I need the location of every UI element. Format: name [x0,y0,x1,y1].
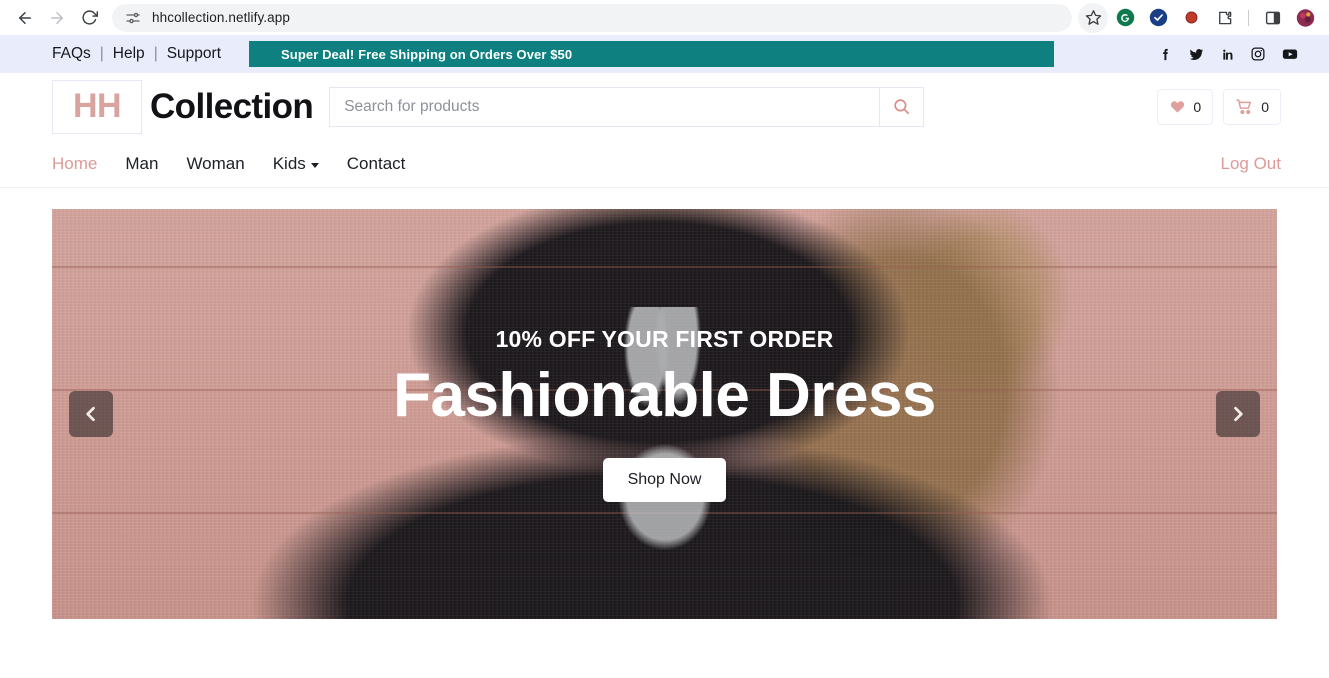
nav-items: Home Man Woman Kids Contact [52,154,405,174]
site-header: HH Collection 0 0 [0,73,1329,140]
heart-icon [1169,98,1186,115]
utility-link-help[interactable]: Help [113,45,145,63]
arrow-left-icon [19,11,31,24]
nav-item-contact[interactable]: Contact [347,154,406,174]
bookmark-button[interactable] [1078,2,1108,33]
utility-links: FAQs | Help | Support [52,45,221,63]
utility-link-support[interactable]: Support [167,45,221,63]
facebook-icon[interactable] [1158,47,1173,62]
header-actions: 0 0 [1157,88,1281,125]
browser-toolbar: hhcollection.netlify.app [0,0,1329,35]
nav-label: Man [125,153,159,173]
chevron-down-icon [310,162,319,168]
browser-extensions [1116,8,1315,27]
cart-count: 0 [1261,98,1269,115]
carousel-next-button[interactable] [1216,391,1260,437]
hero-title: Fashionable Dress [393,361,936,431]
product-search [329,86,925,127]
hero-section: 10% OFF YOUR FIRST ORDER Fashionable Dre… [0,188,1329,619]
instagram-icon[interactable] [1250,46,1266,62]
nav-item-home[interactable]: Home [52,154,97,174]
recorder-extension-icon[interactable] [1182,8,1201,27]
chevron-left-icon [86,406,95,422]
search-input[interactable] [329,86,880,127]
brand-logo[interactable]: HH Collection [52,79,314,134]
nav-item-man[interactable]: Man [125,154,158,174]
search-icon [894,99,910,115]
logout-link[interactable]: Log Out [1221,154,1282,174]
utility-separator: | [99,45,104,62]
back-button[interactable] [10,3,40,33]
hero-carousel: 10% OFF YOUR FIRST ORDER Fashionable Dre… [52,209,1277,619]
shop-now-button[interactable]: Shop Now [602,457,727,502]
site-utility-bar: FAQs | Help | Support Super Deal! Free S… [0,35,1329,73]
star-icon [1085,10,1101,25]
url-text: hhcollection.netlify.app [152,10,290,25]
cart-button[interactable]: 0 [1223,88,1281,125]
nav-label: Home [52,153,98,173]
hero-content: 10% OFF YOUR FIRST ORDER Fashionable Dre… [52,209,1277,619]
arrow-right-icon [51,11,63,24]
twitter-icon[interactable] [1188,46,1205,63]
nav-item-kids[interactable]: Kids [273,154,319,174]
side-panel-icon[interactable] [1263,8,1282,27]
logo-text: Collection [150,86,314,126]
utility-link-faqs[interactable]: FAQs [52,45,91,63]
wishlist-button[interactable]: 0 [1157,88,1214,125]
carousel-prev-button[interactable] [69,391,113,437]
linkedin-icon[interactable] [1220,47,1235,62]
promo-banner: Super Deal! Free Shipping on Orders Over… [249,41,1055,67]
cart-icon [1235,97,1254,116]
address-bar[interactable]: hhcollection.netlify.app [112,3,1072,32]
reload-icon [81,10,98,25]
logo-mark: HH [52,79,142,134]
grammarly-extension-icon[interactable] [1116,8,1135,27]
social-links [1158,45,1299,63]
nav-label: Contact [346,153,406,173]
profile-avatar[interactable] [1296,8,1315,27]
nav-label: Kids [272,153,306,173]
youtube-icon[interactable] [1281,45,1299,63]
hero-kicker: 10% OFF YOUR FIRST ORDER [495,326,834,353]
wishlist-count: 0 [1193,98,1202,115]
utility-separator: | [153,45,158,62]
toolbar-divider [1248,9,1249,26]
nav-item-woman[interactable]: Woman [186,154,244,174]
chevron-right-icon [1234,406,1243,422]
reload-button[interactable] [74,3,104,33]
verified-extension-icon[interactable] [1149,8,1168,27]
search-button[interactable] [879,86,925,127]
main-navigation: Home Man Woman Kids Contact Log Out [0,140,1329,188]
forward-button[interactable] [42,3,72,33]
extensions-puzzle-icon[interactable] [1215,8,1234,27]
nav-label: Woman [186,153,245,173]
browser-nav-buttons [10,3,104,33]
site-settings-icon[interactable] [124,9,142,27]
